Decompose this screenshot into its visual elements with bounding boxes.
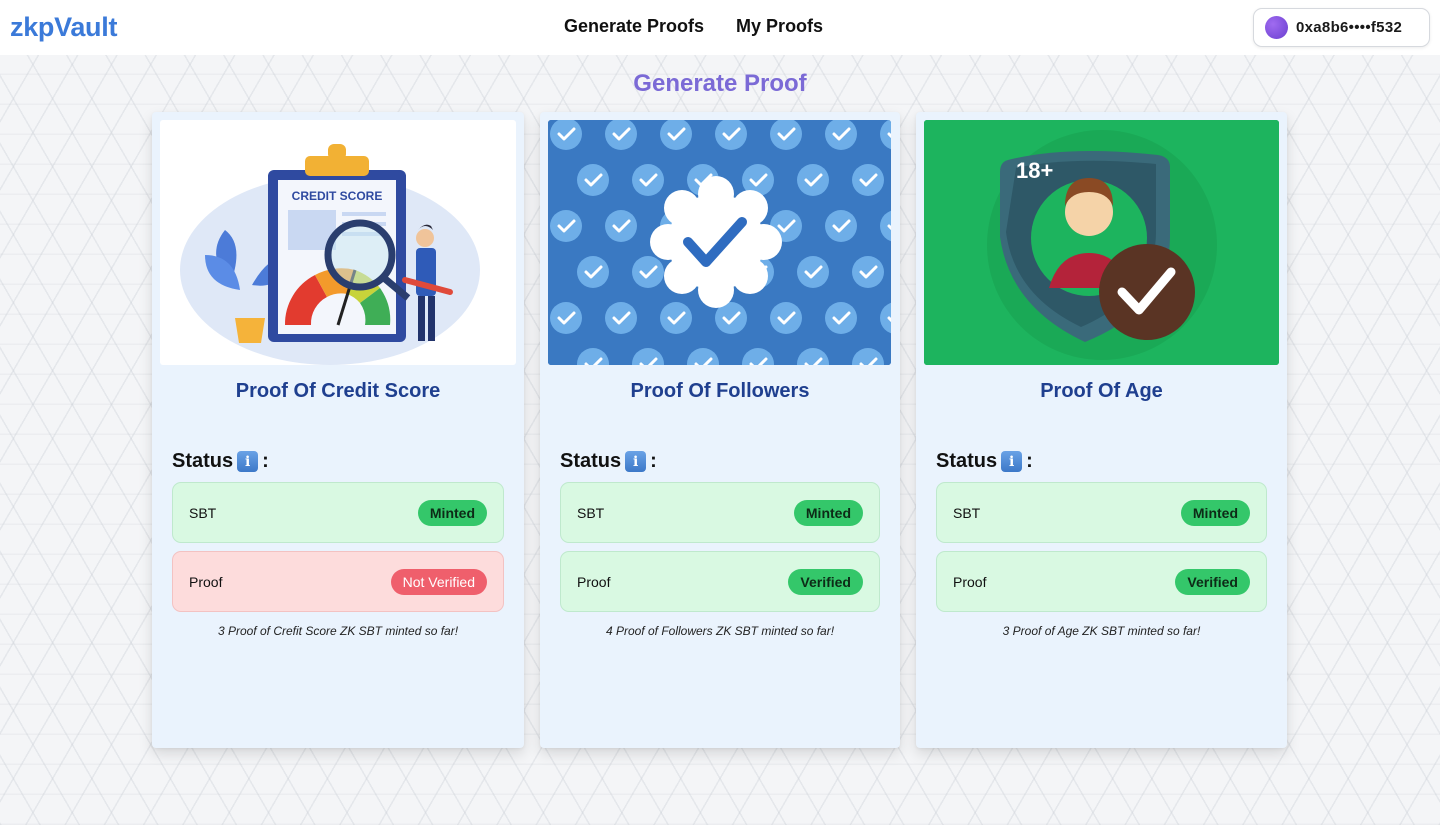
verified-badge-icon xyxy=(797,256,829,288)
nav-generate-proofs[interactable]: Generate Proofs xyxy=(564,16,704,37)
verified-badge-icon xyxy=(852,256,884,288)
nav-my-proofs[interactable]: My Proofs xyxy=(736,16,823,37)
verified-badge-icon xyxy=(577,256,609,288)
credit-score-illustration: CREDIT SCORE xyxy=(160,120,516,365)
status-label: Status xyxy=(936,450,998,472)
sbt-status-row: SBT Minted xyxy=(936,482,1267,543)
card-title: Proof Of Followers xyxy=(630,380,810,402)
status-colon: : xyxy=(262,450,269,472)
row-label-proof: Proof xyxy=(189,573,223,590)
sbt-status-row: SBT Minted xyxy=(172,482,504,543)
proof-status-row: Proof Verified xyxy=(936,551,1267,612)
verified-badge-icon xyxy=(605,210,637,242)
status-label: Status xyxy=(172,450,234,472)
row-label-proof: Proof xyxy=(953,573,987,590)
proof-status-row: Proof Verified xyxy=(560,551,880,612)
status-badge: Not Verified xyxy=(390,568,487,595)
age-illustration: 18+ xyxy=(924,120,1279,365)
status-heading: Status i : xyxy=(936,450,1033,473)
info-icon[interactable]: i xyxy=(625,451,647,472)
row-label-sbt: SBT xyxy=(189,504,217,521)
proof-status-row: Proof Not Verified xyxy=(172,551,504,612)
status-colon: : xyxy=(1026,450,1033,472)
wallet-avatar-icon xyxy=(1265,16,1288,39)
credit-score-image-text: CREDIT SCORE xyxy=(292,189,383,203)
row-label-sbt: SBT xyxy=(953,504,981,521)
verified-badge-icon xyxy=(605,302,637,334)
status-label: Status xyxy=(560,450,622,472)
top-navbar: zkpVault Generate Proofs My Proofs 0xa8b… xyxy=(0,0,1440,55)
verified-badge-icon xyxy=(852,164,884,196)
main-nav: Generate Proofs My Proofs xyxy=(564,16,823,37)
wallet-button[interactable]: 0xa8b6••••f532 xyxy=(1253,8,1430,47)
status-heading: Status i : xyxy=(560,450,657,473)
page-title: Generate Proof xyxy=(633,70,807,97)
info-icon[interactable]: i xyxy=(1001,451,1023,472)
status-badge: Minted xyxy=(417,499,487,526)
brand-logo[interactable]: zkpVault xyxy=(10,12,117,43)
wallet-address: 0xa8b6••••f532 xyxy=(1296,19,1403,36)
card-title: Proof Of Age xyxy=(1040,380,1163,402)
card-age[interactable]: 18+ Proof Of Age Status i : SBT Minted P… xyxy=(916,112,1287,748)
minted-count-note: 4 Proof of Followers ZK SBT minted so fa… xyxy=(605,624,835,638)
verified-badge-icon xyxy=(550,210,582,242)
minted-count-note: 3 Proof of Age ZK SBT minted so far! xyxy=(1002,624,1201,638)
card-title: Proof Of Credit Score xyxy=(235,380,441,402)
verified-badge-icon xyxy=(770,302,802,334)
status-badge: Verified xyxy=(1175,568,1250,595)
row-label-proof: Proof xyxy=(577,573,611,590)
followers-illustration xyxy=(548,120,891,365)
verified-badge-icon xyxy=(632,164,664,196)
verified-badge-icon xyxy=(660,302,692,334)
sbt-status-row: SBT Minted xyxy=(560,482,880,543)
card-followers[interactable]: Proof Of Followers Status i : SBT Minted… xyxy=(540,112,900,748)
age-image-text: 18+ xyxy=(1016,158,1053,183)
verified-badge-icon xyxy=(550,302,582,334)
status-badge: Minted xyxy=(1180,499,1250,526)
status-heading: Status i : xyxy=(172,450,269,473)
verified-badge-icon xyxy=(825,302,857,334)
verified-badge-icon xyxy=(797,164,829,196)
verified-badge-icon xyxy=(577,164,609,196)
status-badge: Minted xyxy=(793,499,863,526)
verified-badge-icon xyxy=(825,210,857,242)
status-colon: : xyxy=(650,450,657,472)
minted-count-note: 3 Proof of Crefit Score ZK SBT minted so… xyxy=(217,624,459,638)
status-badge: Verified xyxy=(788,568,863,595)
verified-badge-icon xyxy=(632,256,664,288)
card-credit-score[interactable]: CREDIT SCORE Proof Of Credit Score Statu… xyxy=(152,112,524,748)
row-label-sbt: SBT xyxy=(577,504,605,521)
info-icon[interactable]: i xyxy=(237,451,259,472)
